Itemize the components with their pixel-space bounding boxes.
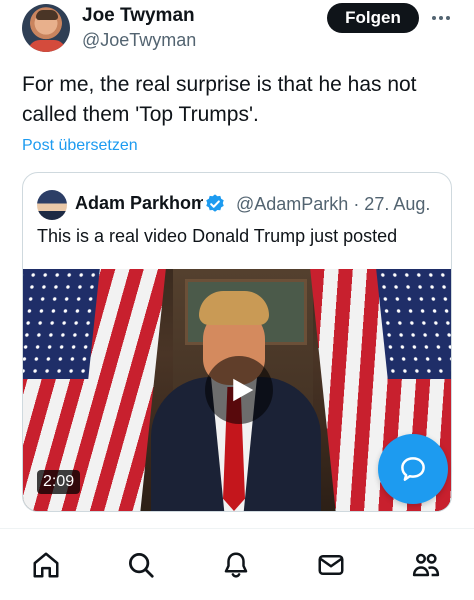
follow-button[interactable]: Folgen xyxy=(327,3,419,33)
author-avatar[interactable] xyxy=(22,4,70,52)
tab-home[interactable] xyxy=(28,547,64,583)
tweet-text: For me, the real surprise is that he has… xyxy=(22,73,417,126)
quoted-tweet-text: This is a real video Donald Trump just p… xyxy=(37,226,398,246)
play-button[interactable] xyxy=(205,356,273,424)
bottom-tab-bar xyxy=(0,530,474,600)
author-handle[interactable]: @JoeTwyman xyxy=(82,30,196,51)
translate-link[interactable]: Post übersetzen xyxy=(22,137,138,155)
quoted-author-avatar xyxy=(37,190,67,220)
tab-communities[interactable] xyxy=(408,547,444,583)
chat-fab-button[interactable] xyxy=(378,434,448,504)
verified-badge-icon xyxy=(206,194,224,212)
home-icon xyxy=(33,552,59,578)
notifications-icon xyxy=(224,552,248,578)
play-icon xyxy=(232,378,253,402)
quoted-handle-date: @AdamParkh · 27. Aug. xyxy=(236,194,431,214)
author-name[interactable]: Joe Twyman xyxy=(82,5,195,27)
quoted-author-name: Adam Parkhomenko xyxy=(75,193,203,213)
messages-icon xyxy=(318,555,344,575)
video-duration: 2:09 xyxy=(37,470,81,494)
more-options-icon[interactable] xyxy=(430,8,452,28)
tab-search[interactable] xyxy=(123,547,159,583)
tabbar-divider xyxy=(0,528,474,529)
avatar-shirt xyxy=(28,40,66,52)
chat-bubble-icon xyxy=(401,457,425,481)
search-icon xyxy=(129,553,154,578)
avatar-hair xyxy=(36,10,58,20)
tab-messages[interactable] xyxy=(313,547,349,583)
communities-icon xyxy=(412,553,440,577)
tab-notifications[interactable] xyxy=(218,547,254,583)
